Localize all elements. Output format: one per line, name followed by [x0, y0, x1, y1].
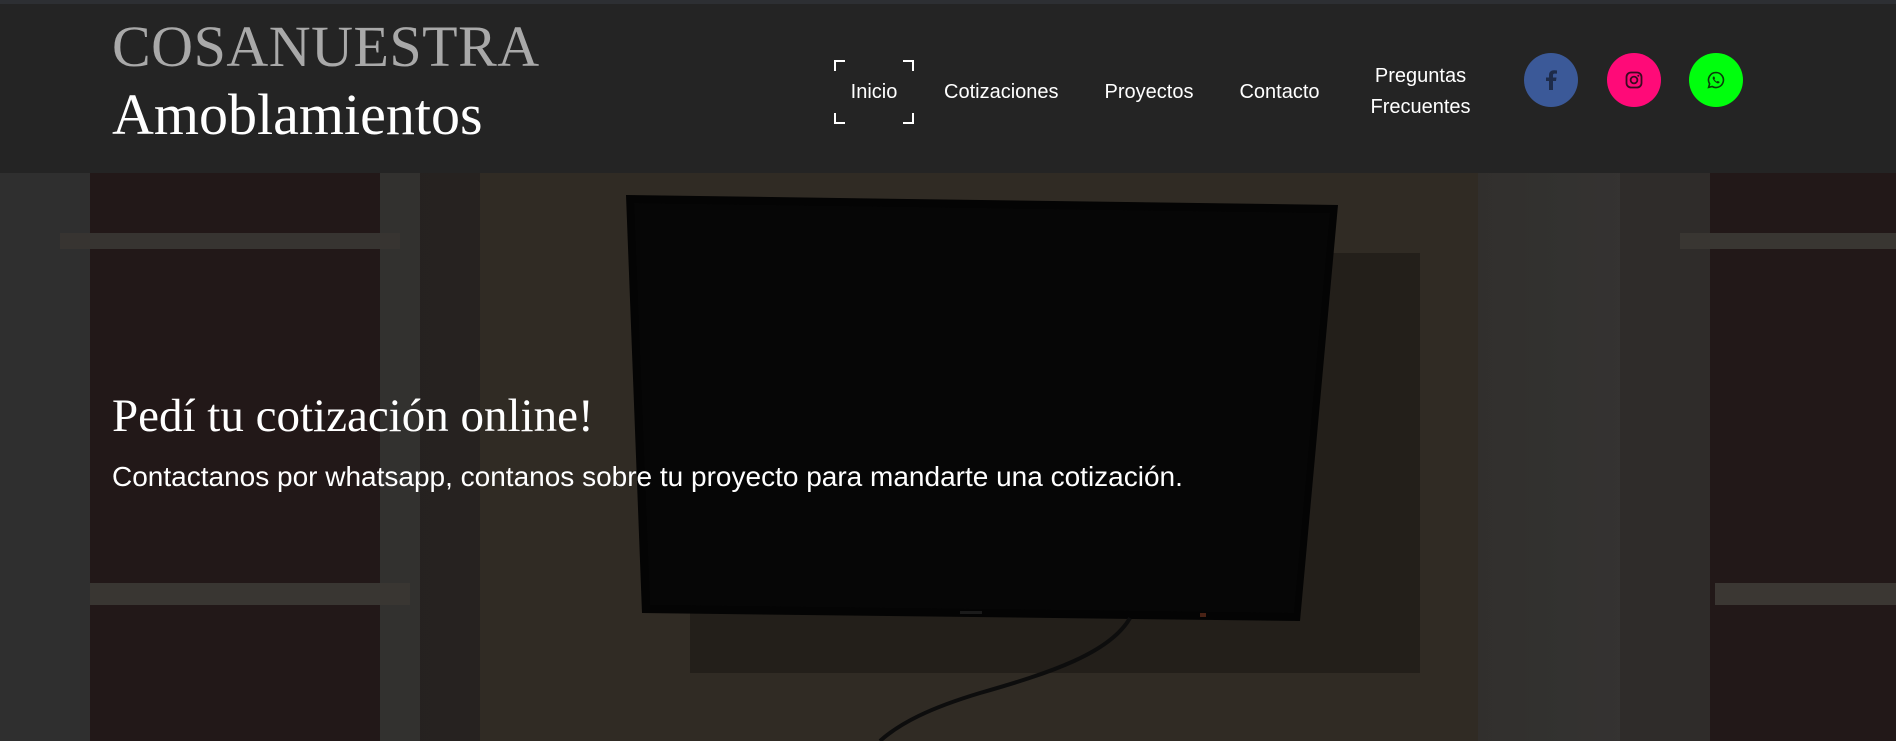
hero-title: Pedí tu cotización online! [112, 390, 594, 442]
site-header: COSANUESTRA Amoblamientos Inicio Cotizac… [0, 0, 1896, 173]
nav-item-contacto[interactable]: Contacto [1239, 77, 1319, 108]
focus-corner-top-right [903, 60, 914, 71]
nav-item-proyectos[interactable]: Proyectos [1105, 77, 1194, 108]
hero-subtitle: Contactanos por whatsapp, contanos sobre… [112, 461, 1183, 492]
nav-item-label: Inicio [850, 80, 898, 103]
nav-item-label: Contacto [1239, 80, 1320, 103]
brand-name: COSANUESTRA [112, 14, 540, 79]
focus-corner-bottom-right [903, 113, 914, 124]
facebook-button[interactable] [1524, 53, 1578, 107]
focus-corner-bottom-left [834, 113, 845, 124]
instagram-icon [1625, 71, 1643, 89]
page: COSANUESTRA Amoblamientos Inicio Cotizac… [0, 0, 1896, 741]
focus-corner-top-left [834, 60, 845, 71]
brand-logo[interactable]: COSANUESTRA Amoblamientos [112, 18, 540, 144]
nav-item-label: Proyectos [1104, 80, 1194, 103]
brand-tagline: Amoblamientos [112, 82, 483, 147]
hero-text-block: Pedí tu cotización online! Contactanos p… [112, 393, 1183, 494]
nav-item-label: Cotizaciones [944, 80, 1059, 103]
main-navigation: Inicio Cotizaciones Proyectos Contacto P… [834, 60, 1476, 124]
nav-item-inicio[interactable]: Inicio [834, 60, 914, 124]
whatsapp-icon [1707, 71, 1725, 89]
hero-section: Pedí tu cotización online! Contactanos p… [0, 173, 1896, 741]
nav-item-cotizaciones[interactable]: Cotizaciones [944, 77, 1059, 108]
nav-item-label: Preguntas Frecuentes [1370, 65, 1471, 118]
nav-item-preguntas-frecuentes[interactable]: Preguntas Frecuentes [1366, 61, 1476, 123]
instagram-button[interactable] [1607, 53, 1661, 107]
whatsapp-button[interactable] [1689, 53, 1743, 107]
facebook-icon [1546, 70, 1557, 90]
